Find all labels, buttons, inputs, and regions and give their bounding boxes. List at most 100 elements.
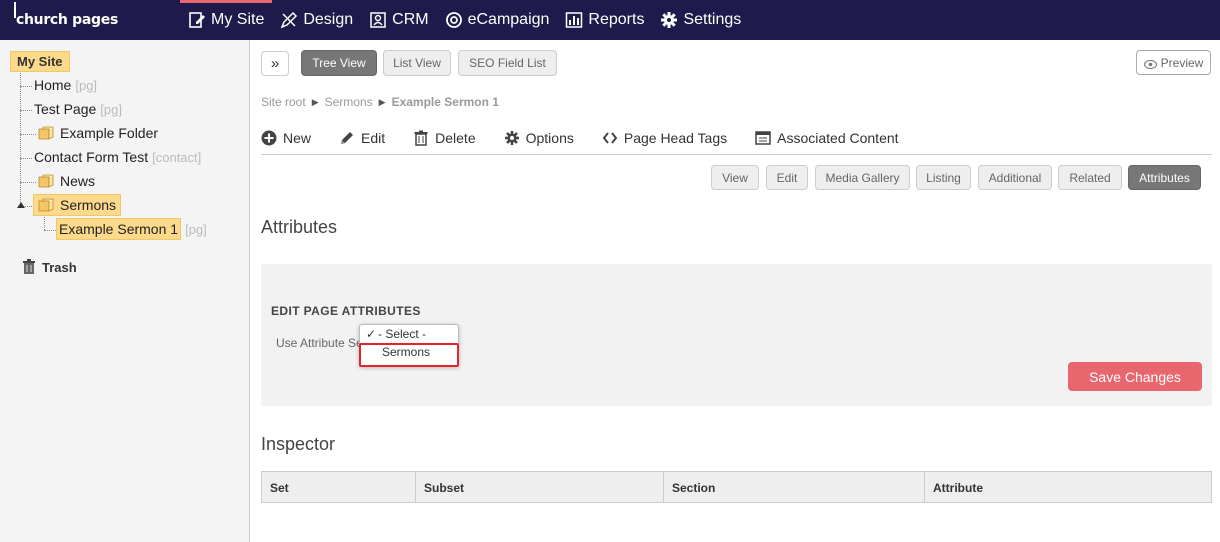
eye-icon <box>1143 58 1157 70</box>
preview-label: Preview <box>1160 55 1204 70</box>
nav-label: Settings <box>683 11 742 28</box>
node-type-tag: [pg] <box>185 221 207 237</box>
column-header-subset: Subset <box>416 472 664 502</box>
node-label: Example Sermon 1 <box>56 218 182 240</box>
tree-root-my-site[interactable]: My Site <box>10 51 70 72</box>
page-toolbar: New Edit Delete Options Page Head Tags A… <box>261 128 1212 155</box>
node-label: Contact Form Test <box>34 149 149 165</box>
tree-connector <box>20 110 32 111</box>
breadcrumb-separator-icon: ▶ <box>378 96 386 107</box>
tree-node-contact-form-test[interactable]: Contact Form Test [contact] <box>34 149 201 165</box>
at-icon <box>445 11 463 29</box>
breadcrumb-current: Example Sermon 1 <box>391 95 499 109</box>
breadcrumb-sermons[interactable]: Sermons <box>325 95 373 109</box>
option-label: - Select - <box>378 327 427 341</box>
column-header-attribute: Attribute <box>933 481 983 495</box>
page-head-tags-button[interactable]: Page Head Tags <box>602 128 727 148</box>
expand-sidebar-button[interactable]: » <box>261 51 289 76</box>
tab-additional[interactable]: Additional <box>978 165 1052 190</box>
delete-button[interactable]: Delete <box>413 128 476 148</box>
tab-listing[interactable]: Listing <box>916 165 971 190</box>
attribute-set-label: Use Attribute Se <box>276 336 363 350</box>
pencil-icon <box>339 130 355 146</box>
tree-node-example-sermon-1[interactable]: Example Sermon 1 [pg] <box>56 218 207 240</box>
nav-label: Design <box>303 11 354 28</box>
node-label: Example Folder <box>60 125 159 141</box>
nav-label: CRM <box>392 11 429 28</box>
column-header-section: Section <box>664 472 925 502</box>
trash-label: Trash <box>42 259 77 275</box>
main-content: » Tree View List View SEO Field List Pre… <box>251 40 1220 542</box>
tree-node-home[interactable]: Home [pg] <box>34 77 97 93</box>
plus-circle-icon <box>261 130 277 146</box>
nav-reports[interactable]: Reports <box>557 0 652 40</box>
node-type-tag: [contact] <box>152 149 202 165</box>
trash-item[interactable]: Trash <box>22 259 77 275</box>
tab-attributes[interactable]: Attributes <box>1128 165 1201 190</box>
tool-label: Delete <box>435 130 476 146</box>
nav-crm[interactable]: CRM <box>361 0 436 40</box>
inspector-heading: Inspector <box>261 434 336 454</box>
church-pages-logo[interactable]: church pages <box>14 2 118 28</box>
node-label: News <box>60 173 96 189</box>
nav-label: eCampaign <box>467 11 550 28</box>
node-type-tag: [pg] <box>100 101 122 117</box>
tool-label: New <box>283 130 312 146</box>
folder-icon <box>38 126 54 140</box>
preview-button[interactable]: Preview <box>1136 50 1211 75</box>
checkmark-icon: ✓ <box>366 327 377 341</box>
list-view-button[interactable]: List View <box>383 50 451 76</box>
option-select[interactable]: ✓ - Select - <box>360 325 458 343</box>
tree-view-button[interactable]: Tree View <box>301 50 377 76</box>
tree-node-sermons[interactable]: Sermons <box>33 194 122 216</box>
panel-title: EDIT PAGE ATTRIBUTES <box>271 304 421 318</box>
seo-field-list-button[interactable]: SEO Field List <box>458 50 557 76</box>
node-label: Sermons <box>60 197 117 213</box>
list-layout-icon <box>755 130 771 146</box>
pencil-ruler-icon <box>280 11 298 29</box>
tree-connector <box>20 86 32 87</box>
tree-node-news[interactable]: News <box>38 173 95 189</box>
gear-icon <box>504 130 520 146</box>
tool-label: Page Head Tags <box>623 130 728 146</box>
double-chevron-right-icon: » <box>270 55 280 72</box>
associated-content-button[interactable]: Associated Content <box>755 128 899 148</box>
nav-design[interactable]: Design <box>272 0 361 40</box>
main-nav: My Site Design CRM eCampaign Reports Set… <box>180 0 749 40</box>
edit-button[interactable]: Edit <box>339 128 385 148</box>
tree-node-test-page[interactable]: Test Page [pg] <box>34 101 122 117</box>
logo-text: church pages <box>16 12 118 28</box>
tab-edit[interactable]: Edit <box>766 165 808 190</box>
node-type-tag: [pg] <box>75 77 98 93</box>
tree-connector <box>20 134 36 135</box>
tree-node-example-folder[interactable]: Example Folder <box>38 125 158 141</box>
tab-media-gallery[interactable]: Media Gallery <box>815 165 910 190</box>
nav-my-site[interactable]: My Site <box>180 0 273 40</box>
code-brackets-icon <box>602 130 618 146</box>
highlight-box <box>359 343 459 367</box>
nav-ecampaign[interactable]: eCampaign <box>437 0 558 40</box>
new-button[interactable]: New <box>261 128 311 148</box>
tree-connector <box>20 182 36 183</box>
tool-label: Edit <box>361 130 386 146</box>
tool-label: Associated Content <box>777 130 899 146</box>
tree-connector <box>44 217 45 230</box>
folder-icon <box>38 174 54 188</box>
node-label: Test Page <box>34 101 97 117</box>
tree-connector <box>20 73 21 206</box>
save-changes-button[interactable]: Save Changes <box>1068 362 1202 391</box>
bar-chart-icon <box>565 11 583 29</box>
edit-attributes-panel: EDIT PAGE ATTRIBUTES Use Attribute Se ✓ … <box>261 264 1212 406</box>
tree-connector <box>44 230 56 231</box>
nav-label: Reports <box>588 11 645 28</box>
nav-settings[interactable]: Settings <box>652 0 749 40</box>
page-edit-icon <box>188 11 206 29</box>
gear-icon <box>660 11 678 29</box>
tab-view[interactable]: View <box>711 165 759 190</box>
breadcrumb-site-root[interactable]: Site root <box>261 95 306 109</box>
nav-label: My Site <box>211 11 265 28</box>
column-header-set: Set <box>262 472 416 502</box>
tab-related[interactable]: Related <box>1058 165 1122 190</box>
options-button[interactable]: Options <box>504 128 574 148</box>
expand-triangle-icon[interactable] <box>17 202 25 208</box>
